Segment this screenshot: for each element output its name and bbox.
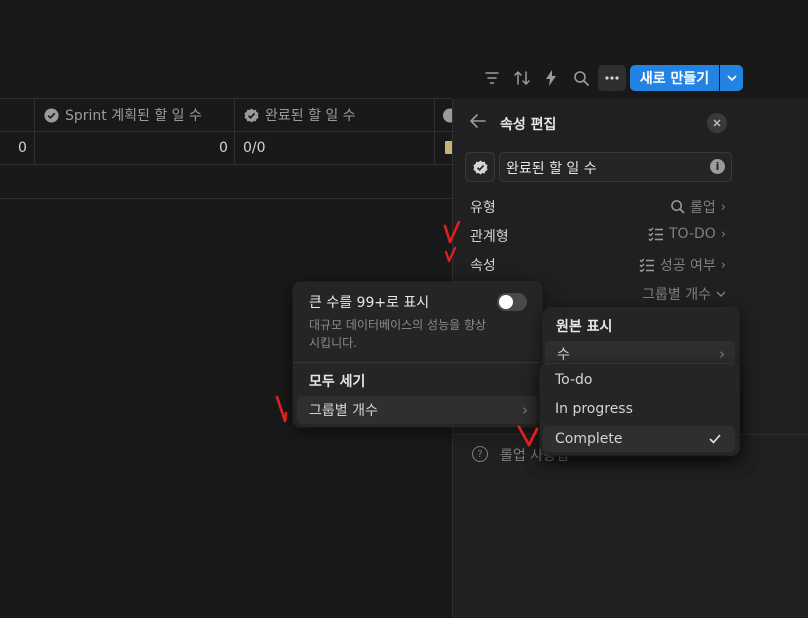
chevron-right-icon: › bbox=[719, 345, 725, 363]
table-cell[interactable]: 0/0 bbox=[243, 132, 266, 164]
type-label: 유형 bbox=[470, 200, 496, 216]
property-name-input[interactable]: 완료된 할 일 수 i bbox=[499, 152, 732, 182]
table-cell[interactable]: 0 bbox=[219, 132, 228, 164]
toggle-knob bbox=[499, 295, 513, 309]
show-99-toggle[interactable] bbox=[497, 293, 527, 311]
annotation-check-mark bbox=[443, 220, 461, 244]
count-all-item[interactable]: 모두 세기 bbox=[309, 371, 365, 391]
status-option-todo[interactable]: To-do bbox=[555, 372, 593, 388]
new-dropdown-button[interactable] bbox=[720, 65, 743, 91]
column-header-sprint-planned[interactable]: Sprint 계획된 할 일 수 bbox=[44, 99, 202, 131]
panel-title: 속성 편집 bbox=[500, 117, 557, 133]
search-icon bbox=[671, 200, 685, 214]
calculate-value[interactable]: 그룹별 개수 bbox=[642, 284, 726, 304]
column-header-label: Sprint 계획된 할 일 수 bbox=[65, 108, 202, 124]
checklist-icon bbox=[639, 258, 654, 272]
toggle-label: 큰 수를 99+로 표시 bbox=[309, 295, 430, 311]
annotation-check-mark bbox=[517, 425, 539, 447]
rollup-check-icon bbox=[443, 108, 452, 122]
chevron-right-icon: › bbox=[720, 199, 726, 215]
show-as-header: 원본 표시 bbox=[556, 319, 613, 335]
back-arrow-icon[interactable] bbox=[470, 114, 486, 132]
filter-icon[interactable] bbox=[480, 66, 504, 90]
column-header-label: 완료된 할 일 수 bbox=[265, 108, 356, 124]
property-icon-button[interactable] bbox=[465, 152, 495, 182]
chevron-right-icon: › bbox=[720, 226, 726, 242]
chevron-down-icon bbox=[716, 291, 726, 297]
count-per-group-item[interactable]: 그룹별 개수 › bbox=[297, 396, 538, 424]
table-cell[interactable]: 0 bbox=[18, 132, 27, 164]
type-value[interactable]: 롤업 › bbox=[671, 197, 726, 217]
search-icon[interactable] bbox=[569, 66, 593, 90]
info-icon[interactable]: i bbox=[710, 159, 725, 174]
relation-label: 관계형 bbox=[470, 229, 509, 245]
sort-icon[interactable] bbox=[510, 66, 534, 90]
more-icon[interactable] bbox=[598, 65, 626, 91]
chevron-down-icon bbox=[726, 75, 737, 81]
rollup-check-icon bbox=[244, 107, 259, 123]
new-button[interactable]: 새로 만들기 bbox=[630, 65, 719, 91]
relation-value[interactable]: TO-DO › bbox=[648, 226, 726, 242]
property-label: 속성 bbox=[470, 258, 496, 274]
checklist-icon bbox=[648, 227, 663, 241]
rollup-check-icon bbox=[44, 107, 59, 123]
property-value[interactable]: 성공 여부 › bbox=[639, 255, 726, 275]
chevron-right-icon: › bbox=[522, 401, 528, 419]
close-icon[interactable] bbox=[707, 113, 727, 133]
checkmark-icon bbox=[709, 434, 721, 444]
chevron-right-icon: › bbox=[720, 257, 726, 273]
status-option-complete[interactable]: Complete bbox=[543, 426, 735, 452]
rollup-check-icon bbox=[472, 159, 488, 175]
annotation-check-mark bbox=[275, 395, 288, 423]
toggle-description: 대규모 데이터베이스의 성능을 향상시킵니다. bbox=[309, 318, 487, 350]
status-option-in-progress[interactable]: In progress bbox=[555, 401, 633, 417]
lightning-icon[interactable] bbox=[539, 66, 563, 90]
column-header-completed[interactable]: 완료된 할 일 수 bbox=[244, 99, 356, 131]
help-icon: ? bbox=[472, 446, 488, 462]
annotation-check-mark bbox=[444, 246, 457, 263]
